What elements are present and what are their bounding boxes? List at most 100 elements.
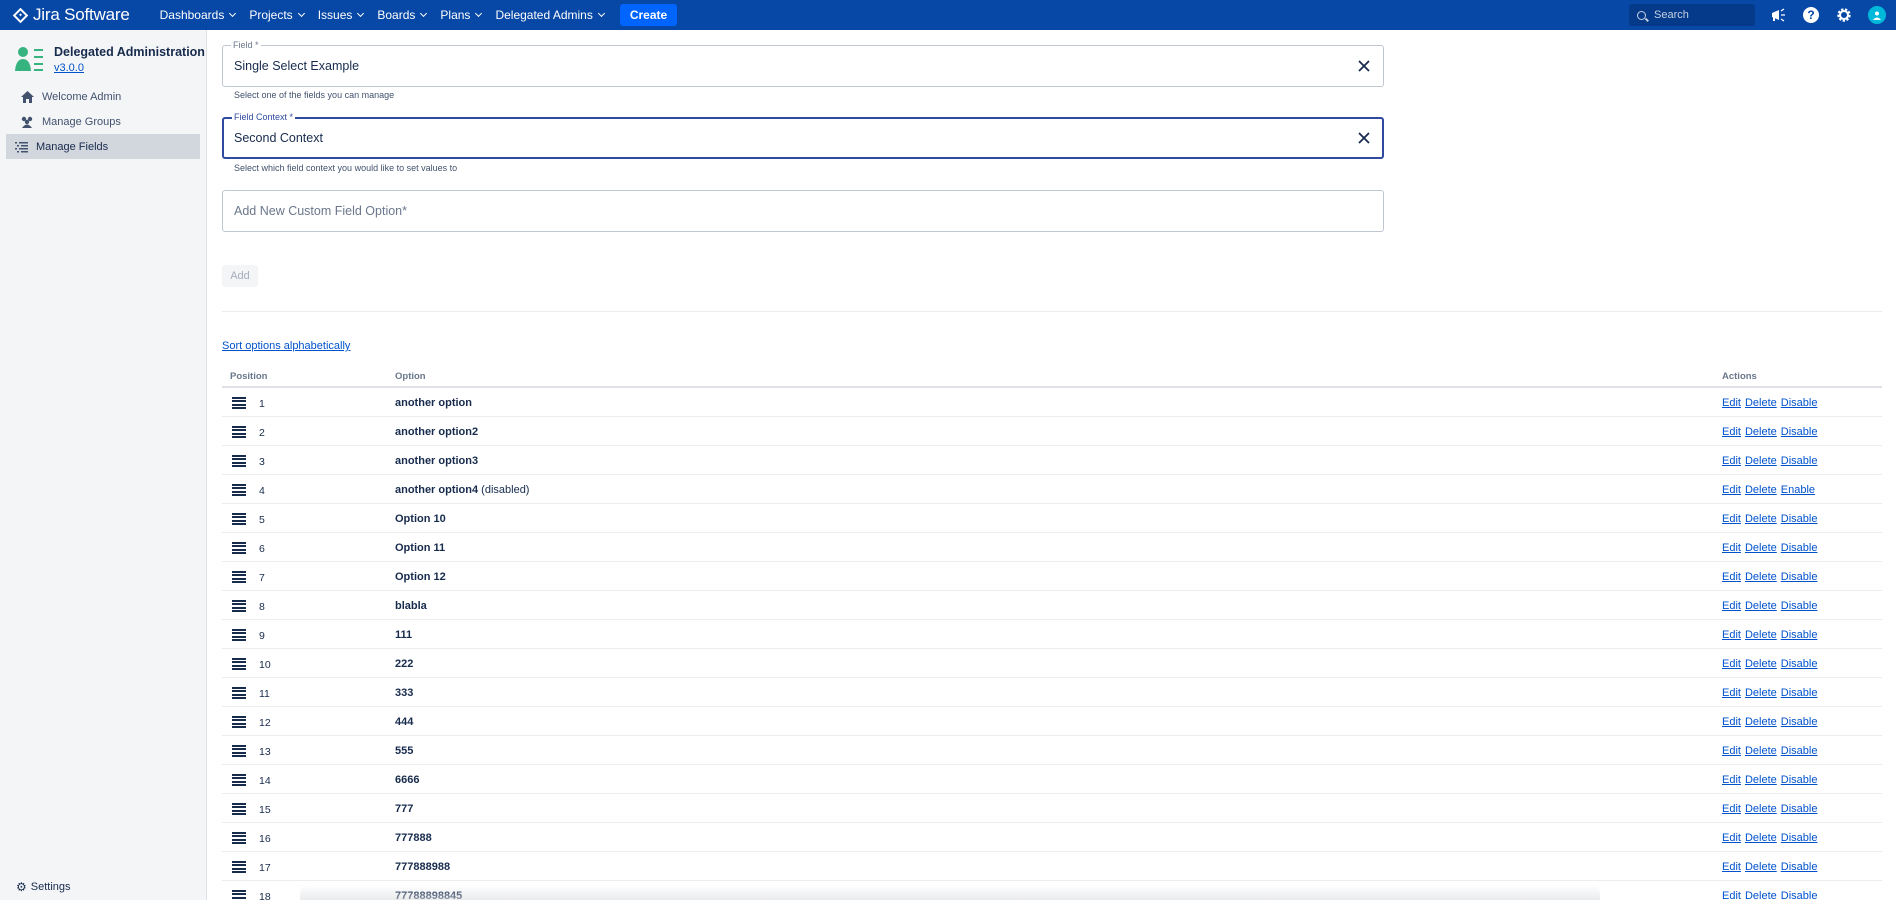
edit-link[interactable]: Edit [1722, 658, 1741, 670]
disable-link[interactable]: Disable [1781, 803, 1818, 815]
delete-link[interactable]: Delete [1745, 397, 1777, 409]
drag-handle-icon[interactable] [232, 484, 246, 496]
drag-handle-icon[interactable] [232, 687, 246, 699]
jira-logo[interactable]: Jira Software [12, 5, 130, 25]
menu-projects[interactable]: Projects [249, 8, 305, 22]
field-select-helper: Select one of the fields you can manage [234, 90, 395, 100]
field-select[interactable]: Field * Single Select Example [222, 40, 1384, 87]
search-input[interactable] [1654, 9, 1744, 21]
delete-link[interactable]: Delete [1745, 455, 1777, 467]
add-button[interactable]: Add [222, 265, 258, 287]
drag-handle-icon[interactable] [232, 629, 246, 641]
menu-plans[interactable]: Plans [440, 8, 483, 22]
disable-link[interactable]: Disable [1781, 890, 1818, 900]
drag-handle-icon[interactable] [232, 861, 246, 873]
delete-link[interactable]: Delete [1745, 687, 1777, 699]
disable-link[interactable]: Disable [1781, 571, 1818, 583]
edit-link[interactable]: Edit [1722, 513, 1741, 525]
disable-link[interactable]: Disable [1781, 542, 1818, 554]
edit-link[interactable]: Edit [1722, 803, 1741, 815]
drag-handle-icon[interactable] [232, 426, 246, 438]
edit-link[interactable]: Edit [1722, 542, 1741, 554]
disable-link[interactable]: Disable [1781, 600, 1818, 612]
drag-handle-icon[interactable] [232, 600, 246, 612]
edit-link[interactable]: Edit [1722, 629, 1741, 641]
drag-handle-icon[interactable] [232, 571, 246, 583]
delete-link[interactable]: Delete [1745, 658, 1777, 670]
new-option-field[interactable] [222, 190, 1384, 232]
delete-link[interactable]: Delete [1745, 861, 1777, 873]
disable-link[interactable]: Disable [1781, 397, 1818, 409]
disable-link[interactable]: Disable [1781, 716, 1818, 728]
edit-link[interactable]: Edit [1722, 571, 1741, 583]
disable-link[interactable]: Disable [1781, 687, 1818, 699]
drag-handle-icon[interactable] [232, 832, 246, 844]
edit-link[interactable]: Edit [1722, 426, 1741, 438]
disable-link[interactable]: Disable [1781, 426, 1818, 438]
edit-link[interactable]: Edit [1722, 397, 1741, 409]
disable-link[interactable]: Disable [1781, 774, 1818, 786]
sort-alphabetically-link[interactable]: Sort options alphabetically [222, 340, 350, 352]
help-icon[interactable]: ? [1802, 6, 1820, 24]
edit-link[interactable]: Edit [1722, 774, 1741, 786]
delete-link[interactable]: Delete [1745, 629, 1777, 641]
notifications-icon[interactable] [1769, 6, 1787, 24]
delete-link[interactable]: Delete [1745, 484, 1777, 496]
delete-link[interactable]: Delete [1745, 774, 1777, 786]
delete-link[interactable]: Delete [1745, 890, 1777, 900]
enable-link[interactable]: Enable [1781, 484, 1815, 496]
delete-link[interactable]: Delete [1745, 600, 1777, 612]
edit-link[interactable]: Edit [1722, 832, 1741, 844]
menu-issues[interactable]: Issues [318, 8, 365, 22]
delete-link[interactable]: Delete [1745, 542, 1777, 554]
delete-link[interactable]: Delete [1745, 716, 1777, 728]
search-box[interactable] [1629, 4, 1755, 26]
edit-link[interactable]: Edit [1722, 484, 1741, 496]
sidebar-item-manage-groups[interactable]: Manage Groups [6, 109, 200, 134]
sidebar-settings[interactable]: ⚙ Settings [16, 880, 71, 894]
disable-link[interactable]: Disable [1781, 861, 1818, 873]
close-icon[interactable] [1357, 131, 1371, 145]
create-button[interactable]: Create [619, 4, 678, 26]
delete-link[interactable]: Delete [1745, 571, 1777, 583]
edit-link[interactable]: Edit [1722, 890, 1741, 900]
delete-link[interactable]: Delete [1745, 426, 1777, 438]
gear-icon[interactable] [1835, 6, 1853, 24]
menu-boards[interactable]: Boards [377, 8, 428, 22]
edit-link[interactable]: Edit [1722, 745, 1741, 757]
drag-handle-icon[interactable] [232, 745, 246, 757]
delete-link[interactable]: Delete [1745, 745, 1777, 757]
disable-link[interactable]: Disable [1781, 513, 1818, 525]
drag-handle-icon[interactable] [232, 455, 246, 467]
delete-link[interactable]: Delete [1745, 803, 1777, 815]
new-option-input[interactable] [223, 191, 1383, 231]
edit-link[interactable]: Edit [1722, 861, 1741, 873]
drag-handle-icon[interactable] [232, 513, 246, 525]
drag-handle-icon[interactable] [232, 774, 246, 786]
disable-link[interactable]: Disable [1781, 658, 1818, 670]
delete-link[interactable]: Delete [1745, 832, 1777, 844]
edit-link[interactable]: Edit [1722, 716, 1741, 728]
delete-link[interactable]: Delete [1745, 513, 1777, 525]
edit-link[interactable]: Edit [1722, 455, 1741, 467]
sidebar-item-welcome-admin[interactable]: Welcome Admin [6, 84, 200, 109]
sidebar-item-manage-fields[interactable]: Manage Fields [6, 134, 200, 159]
menu-dashboards[interactable]: Dashboards [160, 8, 237, 22]
drag-handle-icon[interactable] [232, 803, 246, 815]
menu-delegated-admins[interactable]: Delegated Admins [495, 8, 605, 22]
close-icon[interactable] [1357, 59, 1371, 73]
drag-handle-icon[interactable] [232, 658, 246, 670]
disable-link[interactable]: Disable [1781, 629, 1818, 641]
avatar[interactable] [1868, 6, 1886, 24]
drag-handle-icon[interactable] [232, 542, 246, 554]
drag-handle-icon[interactable] [232, 890, 246, 900]
field-context-select[interactable]: Field Context * Second Context [222, 112, 1384, 159]
disable-link[interactable]: Disable [1781, 832, 1818, 844]
edit-link[interactable]: Edit [1722, 687, 1741, 699]
drag-handle-icon[interactable] [232, 716, 246, 728]
disable-link[interactable]: Disable [1781, 745, 1818, 757]
app-version-link[interactable]: v3.0.0 [54, 62, 205, 74]
disable-link[interactable]: Disable [1781, 455, 1818, 467]
drag-handle-icon[interactable] [232, 397, 246, 409]
edit-link[interactable]: Edit [1722, 600, 1741, 612]
